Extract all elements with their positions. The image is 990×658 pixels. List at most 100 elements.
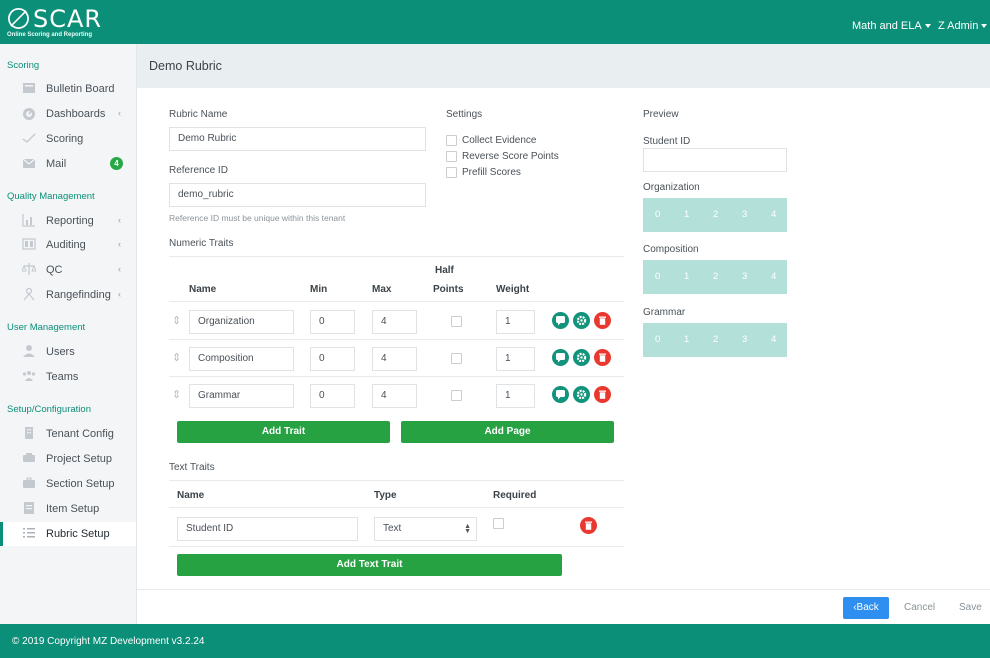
add-text-trait-button[interactable]: Add Text Trait [177,554,562,576]
half-points-checkbox[interactable] [451,390,462,401]
sidebar-item-label: Dashboards [46,108,106,120]
chevron-left-icon: ‹ [118,215,121,225]
trait-max-input[interactable]: 4 [372,384,417,408]
preview-score-scale[interactable]: 0 1 2 3 4 [643,260,787,294]
sidebar-item-item-setup[interactable]: Item Setup [0,497,136,521]
required-checkbox[interactable] [493,518,504,529]
trait-max-input[interactable]: 4 [372,310,417,334]
qc-icon [22,263,36,275]
sidebar-item-label: Tenant Config [46,428,114,440]
sidebar-item-rangefinding[interactable]: Rangefinding ‹ [0,283,136,307]
sidebar-item-label: Item Setup [46,503,100,515]
prefill-scores-label: Prefill Scores [462,167,521,178]
trait-name-input[interactable]: Composition [189,347,294,371]
comment-icon [556,353,565,363]
save-button[interactable]: Save [959,602,982,613]
delete-button[interactable] [594,386,611,403]
settings-button[interactable] [573,386,590,403]
back-button[interactable]: ‹Back [843,597,889,619]
sidebar-item-tenant-config[interactable]: Tenant Config [0,422,136,446]
trait-max-input[interactable]: 4 [372,347,417,371]
sidebar-item-dashboards[interactable]: Dashboards ‹ [0,102,136,126]
score-option[interactable]: 4 [771,209,776,220]
sidebar-item-label: Bulletin Board [46,83,115,95]
sidebar-item-bulletin-board[interactable]: Bulletin Board [0,77,136,101]
delete-button[interactable] [594,312,611,329]
preview-student-id-input[interactable] [643,148,787,172]
dashboard-icon [23,108,35,120]
trait-min-input[interactable]: 0 [310,384,355,408]
oscar-logo[interactable]: SCAR Online Scoring and Reporting [7,4,127,40]
score-option[interactable]: 1 [684,334,689,345]
sidebar-item-qc[interactable]: QC ‹ [0,258,136,282]
col-header-points: Points [433,284,464,295]
score-option[interactable]: 4 [771,271,776,282]
score-option[interactable]: 0 [655,334,660,345]
comment-icon [556,316,565,326]
score-option[interactable]: 2 [713,334,718,345]
cancel-button[interactable]: Cancel [904,602,935,613]
text-trait-name-input[interactable]: Student ID [177,517,358,541]
text-trait-type-select[interactable]: Text ▲ ▼ [374,517,477,541]
chart-icon [22,214,35,227]
sidebar-item-mail[interactable]: Mail 4 [0,152,136,176]
reverse-score-points-checkbox[interactable] [446,151,457,162]
sidebar-item-label: QC [46,264,63,276]
score-option[interactable]: 3 [742,271,747,282]
preview-score-scale[interactable]: 0 1 2 3 4 [643,323,787,357]
sidebar-item-rubric-setup[interactable]: Rubric Setup [0,522,136,546]
trait-min-input[interactable]: 0 [310,310,355,334]
score-option[interactable]: 0 [655,209,660,220]
delete-button[interactable] [594,349,611,366]
trait-weight-input[interactable]: 1 [496,310,535,334]
collect-evidence-checkbox[interactable] [446,135,457,146]
sidebar-item-teams[interactable]: Teams [0,365,136,389]
sidebar-item-scoring[interactable]: Scoring [0,127,136,151]
comment-icon [556,390,565,400]
score-option[interactable]: 4 [771,334,776,345]
add-trait-button[interactable]: Add Trait [177,421,390,443]
sidebar-item-project-setup[interactable]: Project Setup [0,447,136,471]
prefill-scores-checkbox[interactable] [446,167,457,178]
score-option[interactable]: 0 [655,271,660,282]
comment-button[interactable] [552,386,569,403]
sidebar-item-users[interactable]: Users [0,340,136,364]
preview-score-scale[interactable]: 0 1 2 3 4 [643,198,787,232]
half-points-checkbox[interactable] [451,353,462,364]
user-menu[interactable]: Z Admin [938,20,988,32]
half-points-checkbox[interactable] [451,316,462,327]
subject-menu[interactable]: Math and ELA [852,20,931,32]
drag-handle-icon[interactable]: ⇕ [172,314,181,327]
trait-min-input[interactable]: 0 [310,347,355,371]
gear-icon [576,315,587,326]
add-page-button[interactable]: Add Page [401,421,614,443]
score-option[interactable]: 2 [713,209,718,220]
comment-button[interactable] [552,349,569,366]
trait-weight-input[interactable]: 1 [496,384,535,408]
sidebar-section-quality: Quality Management [7,191,95,202]
settings-button[interactable] [573,349,590,366]
check-icon [22,133,36,143]
trait-weight-input[interactable]: 1 [496,347,535,371]
reference-id-input[interactable]: demo_rubric [169,183,426,207]
drag-handle-icon[interactable]: ⇕ [172,351,181,364]
score-option[interactable]: 3 [742,209,747,220]
chevron-left-icon: ‹ [118,264,121,274]
score-option[interactable]: 1 [684,209,689,220]
trait-name-input[interactable]: Organization [189,310,294,334]
divider [169,256,624,257]
score-option[interactable]: 2 [713,271,718,282]
score-option[interactable]: 1 [684,271,689,282]
sidebar-item-section-setup[interactable]: Section Setup [0,472,136,496]
sidebar-item-reporting[interactable]: Reporting ‹ [0,209,136,233]
building-icon [25,427,33,439]
score-option[interactable]: 3 [742,334,747,345]
trash-icon [599,390,606,399]
settings-button[interactable] [573,312,590,329]
trait-name-input[interactable]: Grammar [189,384,294,408]
rubric-name-input[interactable]: Demo Rubric [169,127,426,151]
drag-handle-icon[interactable]: ⇕ [172,388,181,401]
comment-button[interactable] [552,312,569,329]
delete-text-trait-button[interactable] [580,517,597,534]
sidebar-item-auditing[interactable]: Auditing ‹ [0,233,136,257]
